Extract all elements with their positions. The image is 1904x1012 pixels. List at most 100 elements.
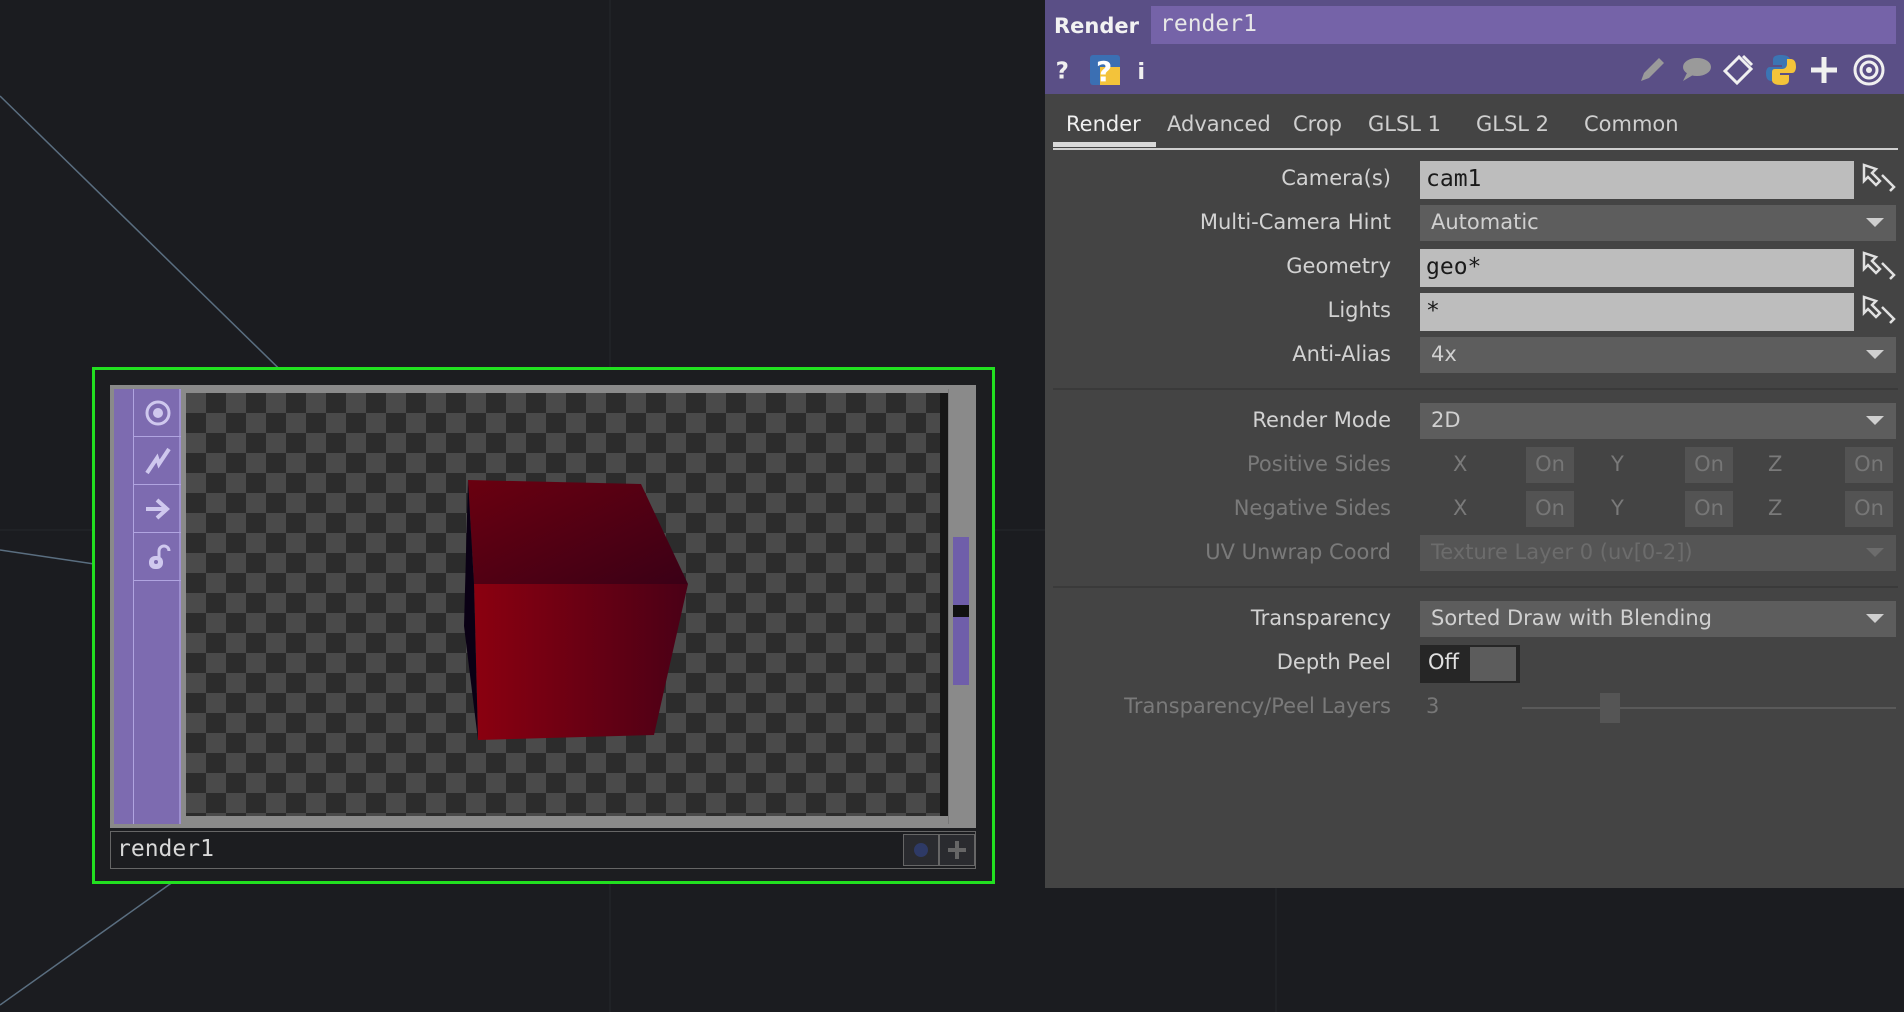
depth-peel-knob (1470, 647, 1516, 681)
negative-y-label: Y (1611, 496, 1624, 520)
multi-camera-hint-value: Automatic (1431, 210, 1539, 234)
geometry-label: Geometry (1286, 254, 1391, 278)
negative-z-toggle[interactable]: On (1845, 491, 1893, 527)
parameter-panel: Render render1 ? ? i Render Advanced Cro… (1045, 0, 1904, 888)
lights-pick-icon[interactable] (1860, 293, 1900, 329)
multi-camera-hint-label: Multi-Camera Hint (1199, 210, 1391, 234)
uv-unwrap-menu[interactable]: Texture Layer 0 (uv[0-2]) (1420, 535, 1896, 571)
negative-sides-label: Negative Sides (1233, 496, 1391, 520)
param-render-mode: Render Mode 2D (1045, 401, 1904, 441)
help-icon[interactable]: ? (1051, 52, 1077, 88)
positive-x-toggle[interactable]: On (1526, 447, 1574, 483)
node-plus-icon[interactable] (939, 834, 975, 866)
viewer-toggle-icon[interactable] (134, 389, 181, 437)
active-tab-indicator (1053, 142, 1156, 147)
add-icon[interactable] (1806, 52, 1842, 88)
param-cameras: Camera(s) cam1 (1045, 159, 1904, 199)
multi-camera-hint-menu[interactable]: Automatic (1420, 205, 1896, 241)
cook-icon[interactable] (134, 437, 181, 485)
chevron-down-icon (1866, 218, 1884, 227)
render-mode-menu[interactable]: 2D (1420, 403, 1896, 439)
param-geometry: Geometry geo* (1045, 247, 1904, 287)
anti-alias-value: 4x (1431, 342, 1457, 366)
viewer-edge (940, 393, 948, 816)
anti-alias-menu[interactable]: 4x (1420, 337, 1896, 373)
node-scrollbar[interactable] (948, 389, 972, 824)
tab-glsl-2[interactable]: GLSL 2 (1476, 112, 1549, 136)
tab-crop[interactable]: Crop (1293, 112, 1342, 136)
param-negative-sides: Negative Sides X On Y On Z On (1045, 489, 1904, 529)
positive-y-label: Y (1611, 452, 1624, 476)
positive-y-toggle[interactable]: On (1685, 447, 1733, 483)
cameras-pick-icon[interactable] (1860, 161, 1900, 197)
scroll-thumb-bottom[interactable] (953, 617, 969, 685)
param-lights: Lights * (1045, 291, 1904, 331)
render-mode-value: 2D (1431, 408, 1461, 432)
node-side-bar (114, 389, 181, 824)
peel-layers-slider-knob[interactable] (1600, 693, 1620, 723)
scroll-thumb-top[interactable] (953, 537, 969, 605)
cameras-label: Camera(s) (1281, 166, 1391, 190)
depth-peel-label: Depth Peel (1276, 650, 1391, 674)
info-icon[interactable]: i (1131, 52, 1155, 88)
tab-common[interactable]: Common (1584, 112, 1679, 136)
cube-preview (464, 480, 688, 740)
peel-layers-value[interactable]: 3 (1426, 694, 1439, 718)
parameter-tabs: Render Advanced Crop GLSL 1 GLSL 2 Commo… (1053, 104, 1898, 150)
negative-x-label: X (1453, 496, 1468, 520)
python-help-icon[interactable]: ? (1087, 52, 1123, 88)
node-name-label[interactable]: render1 (117, 836, 214, 862)
op-name-field[interactable]: render1 (1151, 6, 1896, 44)
depth-peel-toggle[interactable]: Off (1420, 645, 1520, 683)
tab-advanced[interactable]: Advanced (1167, 112, 1271, 136)
wire-1 (0, 95, 306, 395)
chevron-down-icon (1866, 614, 1884, 623)
depth-peel-value: Off (1428, 650, 1459, 674)
svg-text:i: i (1137, 59, 1145, 85)
peel-layers-slider-track[interactable] (1522, 707, 1896, 709)
geometry-field[interactable]: geo* (1420, 249, 1854, 287)
transparency-label: Transparency (1250, 606, 1391, 630)
chevron-down-icon (1866, 548, 1884, 557)
peel-layers-label: Transparency/Peel Layers (1124, 694, 1391, 718)
lock-icon[interactable] (134, 533, 181, 581)
anti-alias-label: Anti-Alias (1292, 342, 1391, 366)
param-positive-sides: Positive Sides X On Y On Z On (1045, 445, 1904, 485)
node-viewer[interactable] (186, 393, 940, 816)
render-node[interactable]: render1 (92, 367, 995, 884)
geometry-pick-icon[interactable] (1860, 249, 1900, 285)
viewer-icon[interactable] (1849, 52, 1889, 88)
param-uv-unwrap: UV Unwrap Coord Texture Layer 0 (uv[0-2]… (1045, 533, 1904, 573)
node-side-strip (114, 389, 134, 824)
transparency-menu[interactable]: Sorted Draw with Blending (1420, 601, 1896, 637)
node-footer: render1 (110, 831, 976, 869)
comment-icon[interactable] (1676, 52, 1716, 88)
lights-label: Lights (1327, 298, 1391, 322)
uv-unwrap-label: UV Unwrap Coord (1205, 540, 1391, 564)
panel-header: Render render1 ? ? i (1045, 0, 1904, 94)
node-body (110, 385, 976, 828)
param-peel-layers: Transparency/Peel Layers 3 (1045, 687, 1904, 727)
op-type-label: Render (1054, 14, 1139, 38)
tab-render[interactable]: Render (1066, 112, 1141, 136)
param-transparency: Transparency Sorted Draw with Blending (1045, 599, 1904, 639)
cameras-field[interactable]: cam1 (1420, 161, 1854, 199)
negative-y-toggle[interactable]: On (1685, 491, 1733, 527)
chevron-down-icon (1866, 416, 1884, 425)
param-depth-peel: Depth Peel Off (1045, 643, 1904, 683)
scroll-gap (953, 605, 969, 617)
positive-z-toggle[interactable]: On (1845, 447, 1893, 483)
transparency-value: Sorted Draw with Blending (1431, 606, 1712, 630)
param-multi-camera-hint: Multi-Camera Hint Automatic (1045, 203, 1904, 243)
svg-text:?: ? (1096, 55, 1112, 87)
edit-icon[interactable] (1634, 52, 1670, 88)
separator (1053, 388, 1898, 390)
negative-x-toggle[interactable]: On (1526, 491, 1574, 527)
lights-field[interactable]: * (1420, 293, 1854, 331)
clone-icon[interactable] (1720, 52, 1756, 88)
bypass-arrow-icon[interactable] (134, 485, 181, 533)
separator (1053, 586, 1898, 588)
node-dot-icon[interactable] (903, 834, 939, 866)
python-icon[interactable] (1762, 52, 1800, 88)
tab-glsl-1[interactable]: GLSL 1 (1368, 112, 1441, 136)
